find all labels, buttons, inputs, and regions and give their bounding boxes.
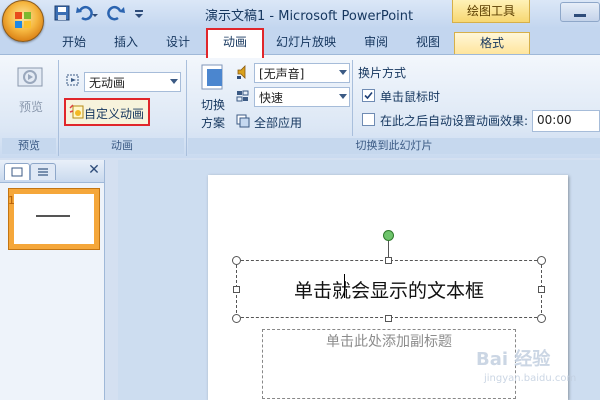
- speed-icon: [236, 90, 249, 102]
- slide-thumbnail[interactable]: [8, 188, 100, 250]
- tab-design[interactable]: 设计: [160, 32, 196, 52]
- slide-title-text[interactable]: 单击就会显示的文本框: [238, 276, 540, 303]
- tab-outline[interactable]: [30, 163, 56, 180]
- transition-scheme-icon: [201, 64, 223, 90]
- preview-icon: [17, 67, 43, 87]
- group-label-animation: 动画: [60, 138, 184, 154]
- minimize-icon: [574, 14, 586, 17]
- animation-select-value: 无动画: [89, 76, 126, 90]
- save-icon[interactable]: [54, 5, 70, 21]
- outline-tab-icon: [38, 168, 48, 176]
- contextual-tab-group-label: 绘图工具: [452, 0, 530, 23]
- apply-all-button[interactable]: 全部应用: [254, 114, 302, 131]
- tab-format[interactable]: 格式: [454, 32, 530, 55]
- tab-home[interactable]: 开始: [56, 32, 92, 52]
- resize-handle-bottom-left[interactable]: [232, 314, 241, 323]
- redo-icon[interactable]: [106, 5, 126, 21]
- undo-icon[interactable]: [76, 5, 98, 21]
- tab-slideshow[interactable]: 幻灯片放映: [270, 32, 342, 52]
- speed-select-value: 快速: [259, 91, 284, 105]
- customize-qat-icon[interactable]: [134, 5, 144, 21]
- sound-select[interactable]: [无声音]: [254, 63, 350, 83]
- on-click-label: 单击鼠标时: [380, 90, 441, 104]
- chevron-down-icon: [170, 79, 178, 84]
- preview-button[interactable]: 预览: [6, 60, 56, 136]
- custom-animation-icon: [69, 104, 84, 119]
- apply-all-icon: [236, 114, 250, 128]
- watermark-text: Bai 经验: [476, 349, 551, 370]
- rotation-handle[interactable]: [383, 230, 394, 241]
- baidu-watermark: Bai 经验 jingyan.baidu.com: [476, 345, 596, 395]
- tab-review[interactable]: 审阅: [358, 32, 394, 52]
- minimize-button[interactable]: [560, 2, 600, 22]
- text-cursor: [344, 274, 345, 298]
- tab-animations[interactable]: 动画: [206, 28, 264, 58]
- tab-insert[interactable]: 插入: [108, 32, 144, 52]
- sound-select-value: [无声音]: [259, 67, 305, 81]
- chevron-down-icon: [339, 70, 347, 75]
- office-button[interactable]: [2, 0, 44, 42]
- resize-handle-top-left[interactable]: [232, 256, 241, 265]
- checkmark-icon: [364, 91, 373, 100]
- chevron-down-icon: [339, 94, 347, 99]
- resize-handle-bottom-right[interactable]: [537, 314, 546, 323]
- animation-icon: [66, 74, 79, 86]
- auto-after-time-value: 00:00: [537, 113, 572, 127]
- auto-after-time-input[interactable]: 00:00: [532, 110, 600, 132]
- tab-view[interactable]: 视图: [410, 32, 446, 52]
- transition-scheme-label-2: 方案: [200, 116, 225, 130]
- group-separator: [58, 60, 59, 156]
- transition-scheme-button[interactable]: 切换 方案: [190, 60, 236, 136]
- group-separator: [186, 60, 187, 156]
- close-icon[interactable]: ✕: [86, 162, 102, 178]
- auto-after-checkbox[interactable]: [362, 113, 375, 126]
- preview-label: 预览: [18, 100, 43, 114]
- slide-thumbnail-number: 1: [8, 194, 15, 207]
- on-click-checkbox[interactable]: [362, 89, 375, 102]
- group-label-transition: 切换到此幻灯片: [188, 138, 600, 154]
- resize-handle-top-right[interactable]: [537, 256, 546, 265]
- custom-animation-button[interactable]: 自定义动画: [64, 98, 150, 126]
- advance-slide-heading: 换片方式: [358, 66, 407, 80]
- watermark-sub: jingyan.baidu.com: [484, 373, 577, 384]
- slides-tab-icon: [11, 167, 23, 177]
- speed-select[interactable]: 快速: [254, 87, 350, 107]
- custom-animation-label: 自定义动画: [84, 107, 145, 121]
- resize-handle-top[interactable]: [385, 257, 392, 264]
- animation-select[interactable]: 无动画: [84, 72, 181, 92]
- sound-icon: [237, 65, 246, 79]
- window-title: 演示文稿1 - Microsoft PowerPoint: [205, 9, 414, 24]
- group-separator: [352, 60, 353, 136]
- office-logo-icon: [15, 12, 31, 28]
- resize-handle-bottom[interactable]: [385, 315, 392, 322]
- thumbnail-text-line: [36, 215, 70, 217]
- group-label-preview: 预览: [2, 138, 56, 154]
- auto-after-label: 在此之后自动设置动画效果:: [380, 114, 529, 128]
- transition-scheme-label-1: 切换: [200, 98, 225, 112]
- slide-thumbnail-page: [14, 194, 94, 244]
- tab-slides[interactable]: [4, 163, 30, 180]
